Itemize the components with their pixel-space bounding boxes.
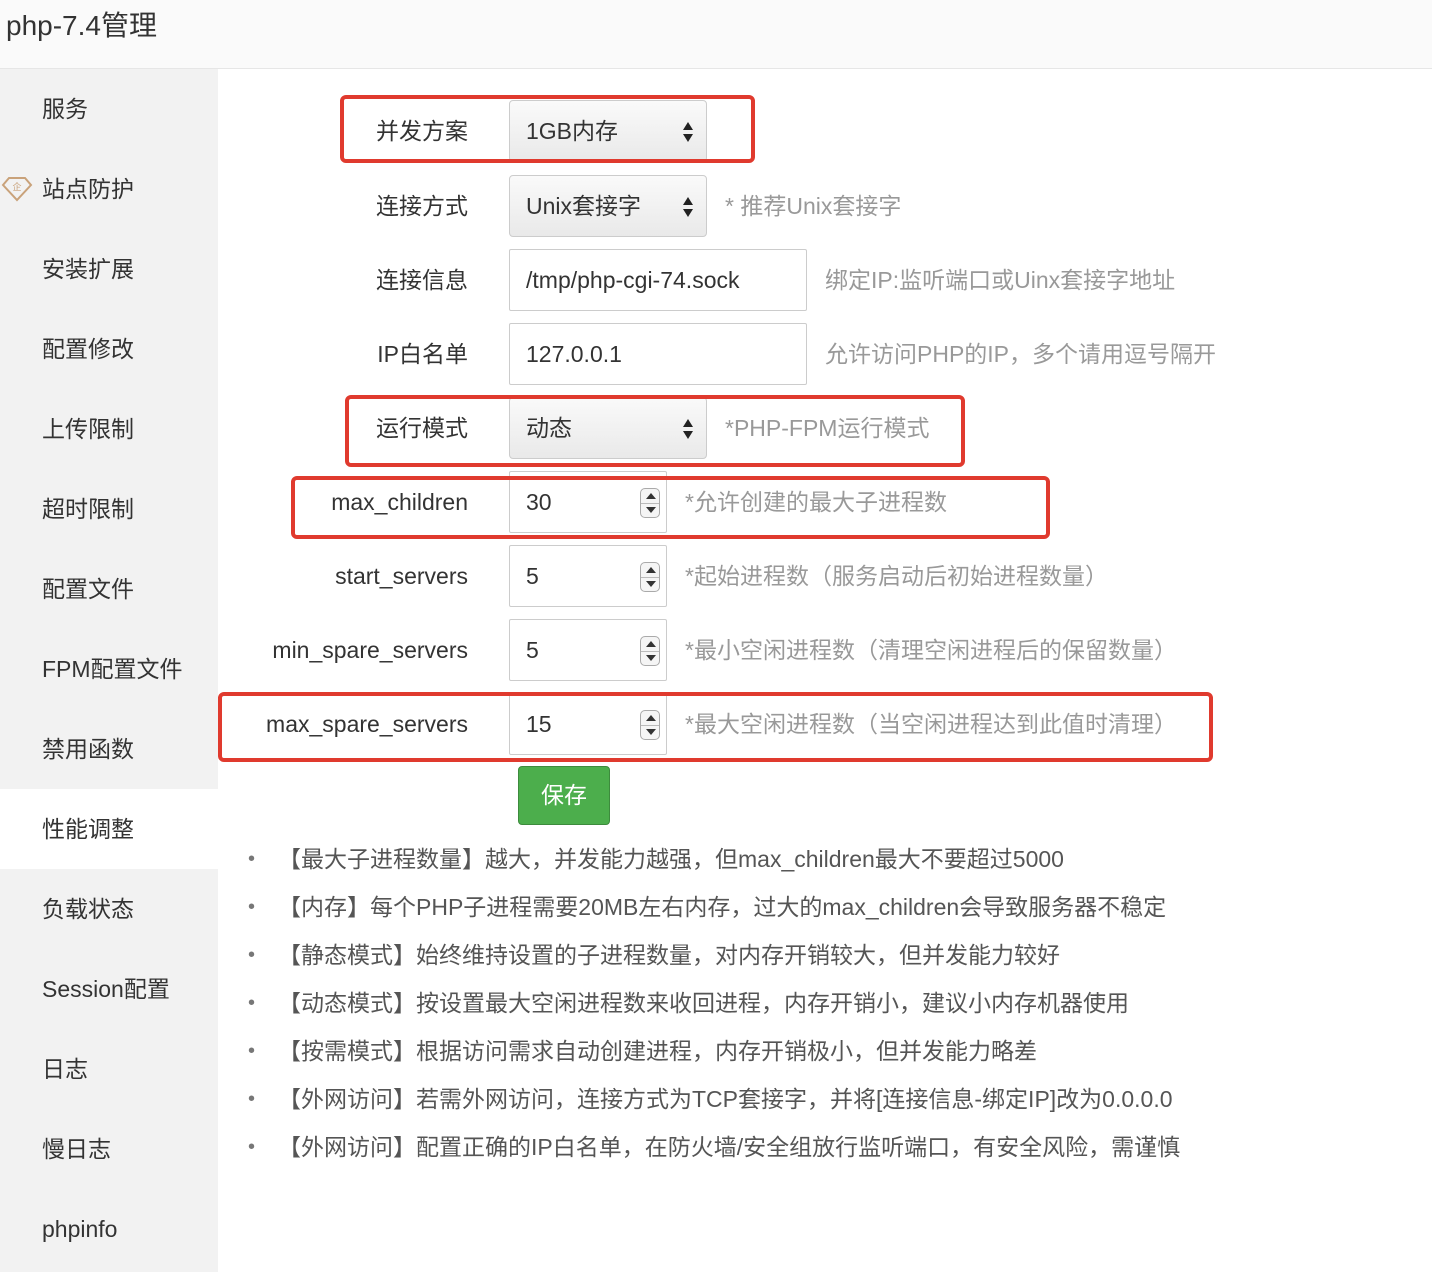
number-spinner-icon[interactable] bbox=[640, 488, 660, 518]
number-spinner-icon[interactable] bbox=[640, 710, 660, 740]
sidebar-item-performance-tuning[interactable]: 性能调整 bbox=[0, 789, 218, 869]
run-mode-label: 运行模式 bbox=[376, 415, 468, 441]
tip-item: 【动态模式】按设置最大空闲进程数来收回进程，内存开销小，建议小内存机器使用 bbox=[248, 979, 1418, 1027]
save-button[interactable]: 保存 bbox=[518, 766, 610, 825]
tip-item: 【外网访问】配置正确的IP白名单，在防火墙/安全组放行监听端口，有安全风险，需谨… bbox=[248, 1123, 1418, 1171]
svg-text:企: 企 bbox=[12, 181, 21, 193]
window-title: php-7.4管理 bbox=[6, 10, 157, 41]
select-arrows-icon bbox=[683, 122, 693, 142]
tip-item: 【静态模式】始终维持设置的子进程数量，对内存开销较大，但并发能力较好 bbox=[248, 931, 1418, 979]
tip-item: 【最大子进程数量】越大，并发能力越强，但max_children最大不要超过50… bbox=[248, 835, 1418, 883]
sidebar-item-phpinfo[interactable]: phpinfo bbox=[0, 1189, 218, 1269]
run-mode-hint: *PHP-FPM运行模式 bbox=[725, 415, 930, 441]
max-spare-servers-label: max_spare_servers bbox=[266, 711, 468, 737]
sidebar-item-log[interactable]: 日志 bbox=[0, 1029, 218, 1109]
number-spinner-icon[interactable] bbox=[640, 636, 660, 666]
concurrency-select[interactable]: 1GB内存 bbox=[509, 100, 707, 162]
tip-item: 【按需模式】根据访问需求自动创建进程，内存开销极小，但并发能力略差 bbox=[248, 1027, 1418, 1075]
window-titlebar: php-7.4管理 bbox=[0, 0, 1432, 69]
max-children-input[interactable]: 30 bbox=[509, 471, 667, 533]
connect-info-hint: 绑定IP:监听端口或Uinx套接字地址 bbox=[825, 267, 1176, 293]
ip-whitelist-hint: 允许访问PHP的IP，多个请用逗号隔开 bbox=[825, 341, 1217, 367]
connect-mode-hint: * 推荐Unix套接字 bbox=[725, 193, 902, 219]
start-servers-input[interactable]: 5 bbox=[509, 545, 667, 607]
number-spinner-icon[interactable] bbox=[640, 562, 660, 592]
min-spare-servers-input[interactable]: 5 bbox=[509, 619, 667, 681]
min-spare-servers-hint: *最小空闲进程数（清理空闲进程后的保留数量） bbox=[685, 637, 1177, 663]
ip-whitelist-label: IP白名单 bbox=[377, 341, 468, 367]
tip-item: 【外网访问】若需外网访问，连接方式为TCP套接字，并将[连接信息-绑定IP]改为… bbox=[248, 1075, 1418, 1123]
connect-info-input[interactable]: /tmp/php-cgi-74.sock bbox=[509, 249, 807, 311]
max-spare-servers-hint: *最大空闲进程数（当空闲进程达到此值时清理） bbox=[685, 711, 1177, 737]
enterprise-diamond-icon: 企 bbox=[1, 177, 33, 202]
connect-mode-select[interactable]: Unix套接字 bbox=[509, 175, 707, 237]
select-arrows-icon bbox=[683, 197, 693, 217]
max-spare-servers-input[interactable]: 15 bbox=[509, 693, 667, 755]
min-spare-servers-label: min_spare_servers bbox=[272, 637, 468, 663]
max-children-label: max_children bbox=[331, 489, 468, 515]
main-panel: 并发方案 1GB内存 连接方式 Unix套接字 * 推荐Unix套接字 连接信息… bbox=[218, 69, 1432, 1272]
ip-whitelist-input[interactable]: 127.0.0.1 bbox=[509, 323, 807, 385]
start-servers-label: start_servers bbox=[335, 563, 468, 589]
max-children-hint: *允许创建的最大子进程数 bbox=[685, 489, 947, 515]
tip-item: 【内存】每个PHP子进程需要20MB左右内存，过大的max_children会导… bbox=[248, 883, 1418, 931]
select-arrows-icon bbox=[683, 419, 693, 439]
concurrency-label: 并发方案 bbox=[376, 118, 468, 144]
tips-list: 【最大子进程数量】越大，并发能力越强，但max_children最大不要超过50… bbox=[248, 835, 1418, 1171]
sidebar-item-session-config[interactable]: Session配置 bbox=[0, 949, 218, 1029]
connect-mode-label: 连接方式 bbox=[376, 193, 468, 219]
start-servers-hint: *起始进程数（服务启动后初始进程数量） bbox=[685, 563, 1108, 589]
connect-info-label: 连接信息 bbox=[376, 267, 468, 293]
sidebar-item-slow-log[interactable]: 慢日志 bbox=[0, 1109, 218, 1189]
run-mode-select[interactable]: 动态 bbox=[509, 397, 707, 459]
sidebar-item-load-status[interactable]: 负载状态 bbox=[0, 869, 218, 949]
